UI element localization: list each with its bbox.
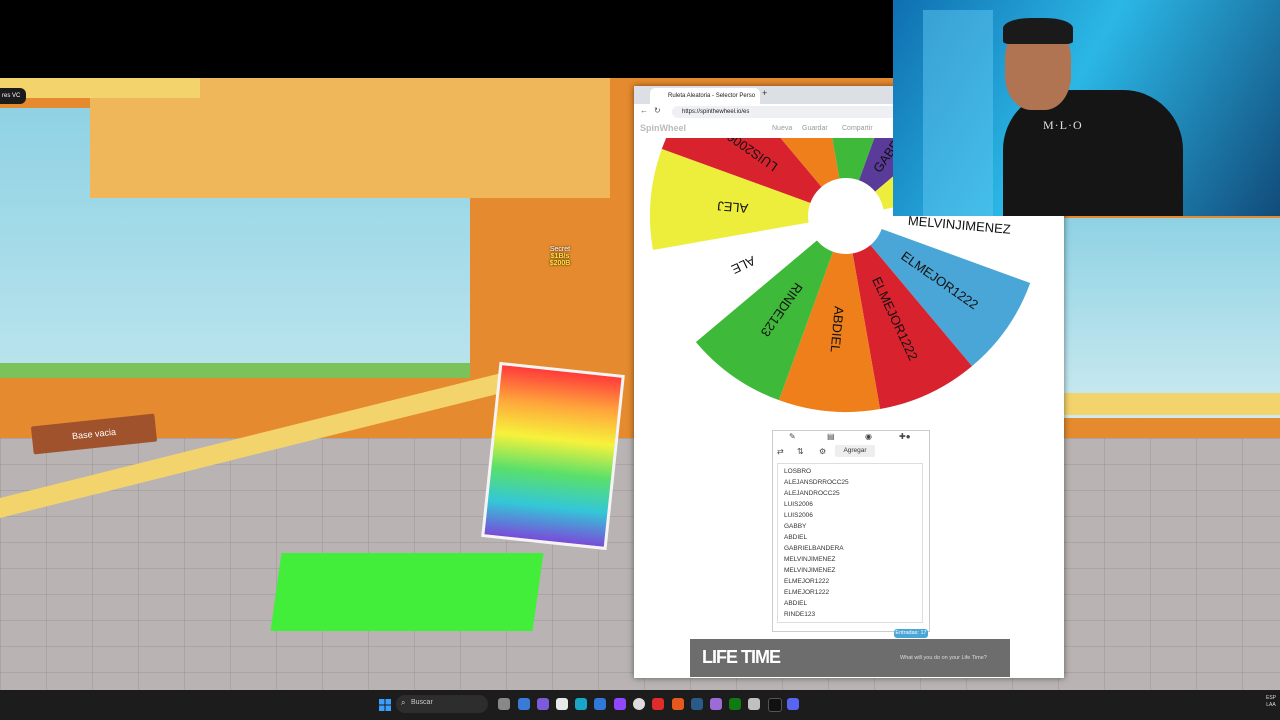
edge-icon[interactable] <box>575 698 587 710</box>
nav-new[interactable]: Nueva <box>772 125 792 132</box>
wheel-center-hub[interactable] <box>808 178 884 254</box>
task-view-icon[interactable] <box>498 698 510 710</box>
screen: Base vacia Secret $1B/s $200B res VC Rul… <box>0 0 1280 720</box>
tiktok-icon[interactable] <box>768 698 782 712</box>
entry-item: ELMEJOR1222 <box>784 578 830 585</box>
hide-icon[interactable]: ◉ <box>865 432 872 441</box>
nav-save[interactable]: Guardar <box>802 125 828 132</box>
windows-start-icon[interactable] <box>379 698 391 711</box>
search-icon: ⌕ <box>401 698 406 707</box>
edit-icon[interactable]: ✎ <box>789 432 796 441</box>
lang-code: ESP <box>1266 695 1277 701</box>
stat-rate: $1B/s <box>550 253 570 260</box>
entries-textarea[interactable]: LOSBRO ALEJANSDRROCC25 ALEJANDROCC25 LUIS20… <box>777 463 923 623</box>
entry-item: ABDIEL <box>784 600 808 607</box>
entry-item: ABDIEL <box>784 534 808 541</box>
teams-icon[interactable] <box>537 698 549 710</box>
obs-icon[interactable] <box>633 698 645 710</box>
app-icon[interactable] <box>748 698 760 710</box>
tab-active[interactable]: Ruleta Aleatoria - Selector Perso <box>650 88 760 104</box>
shirt-print: M·L·O <box>1043 118 1083 132</box>
beam-top <box>0 78 200 98</box>
back-icon[interactable]: ← <box>640 106 648 115</box>
webcam-overlay: M·L·O <box>893 0 1280 216</box>
entry-item: RINDE123 <box>784 611 816 618</box>
advertisement[interactable]: LIFE TIME What will you do on your Life … <box>690 639 1010 677</box>
entry-item: ALEJANSDRROCC25 <box>784 479 849 486</box>
rainbow-card <box>481 361 625 551</box>
stat-value: $200B <box>549 260 571 267</box>
steam-icon[interactable] <box>691 698 703 710</box>
youtube-icon[interactable] <box>652 698 664 710</box>
entry-item: ELMEJOR1222 <box>784 589 830 596</box>
reload-icon[interactable]: ↻ <box>654 106 661 115</box>
stat-secret: Secret <box>549 246 571 253</box>
sort-icon[interactable]: ⇅ <box>797 447 804 456</box>
settings-icon[interactable]: ⚙ <box>819 447 826 456</box>
ad-title: LIFE TIME <box>702 647 781 667</box>
entry-item: MELVINJIMENEZ <box>784 567 836 574</box>
new-tab-icon[interactable]: + <box>762 88 767 98</box>
search-placeholder: Buscar <box>411 699 433 706</box>
shuffle-icon[interactable]: ⇄ <box>777 447 784 456</box>
color-wheel-icon[interactable]: ✚● <box>899 432 911 441</box>
roblox-icon[interactable] <box>556 698 568 710</box>
green-pad[interactable] <box>270 553 544 631</box>
discord-icon[interactable] <box>787 698 799 710</box>
entries-count-badge: Entradas: 17 <box>894 629 928 638</box>
entry-item: ALEJANDROCC25 <box>784 490 840 497</box>
add-button[interactable]: Agregar <box>835 445 875 457</box>
brave-icon[interactable] <box>672 698 684 710</box>
language-indicator[interactable]: ESP LAA <box>1266 695 1276 709</box>
widgets-icon[interactable] <box>518 698 530 710</box>
clipboard-icon[interactable]: ▤ <box>827 432 835 441</box>
entry-item: LUIS2006 <box>784 501 813 508</box>
game-tag: res VC <box>0 88 26 104</box>
entry-item: MELVINJIMENEZ <box>784 556 836 563</box>
site-logo[interactable]: SpinWheel <box>640 123 686 133</box>
entry-item: GABBY <box>784 523 807 530</box>
streamer-hair <box>1003 18 1073 44</box>
window-blinds <box>923 10 993 216</box>
brainrot-stats: Secret $1B/s $200B <box>540 246 580 267</box>
wheel-label: ALEJ <box>717 198 749 216</box>
nav-share[interactable]: Compartir <box>842 125 873 132</box>
ad-subtitle: What will you do on your Life Time? <box>900 655 987 661</box>
entry-item: LOSBRO <box>784 468 812 475</box>
lang-layout: LAA <box>1266 702 1276 708</box>
tab-title: Ruleta Aleatoria - Selector Perso <box>668 93 756 99</box>
streamlabs-icon[interactable] <box>710 698 722 710</box>
entry-item: GABRIELBANDERA <box>784 545 844 552</box>
entries-panel: ✎ ▤ ◉ ✚● ⇄ ⇅ ⚙ Agregar LOSBRO ALEJANSDRRO… <box>772 430 930 632</box>
store-icon[interactable] <box>594 698 606 710</box>
sky-right <box>1064 218 1280 418</box>
entry-item: LUIS2006 <box>784 512 813 519</box>
right-ledge <box>1064 393 1280 415</box>
windows-taskbar: ⌕ Buscar ESP LAA <box>0 690 1280 720</box>
xbox-icon[interactable] <box>729 698 741 710</box>
twitch-icon[interactable] <box>614 698 626 710</box>
taskbar-search[interactable]: ⌕ Buscar <box>396 695 488 713</box>
